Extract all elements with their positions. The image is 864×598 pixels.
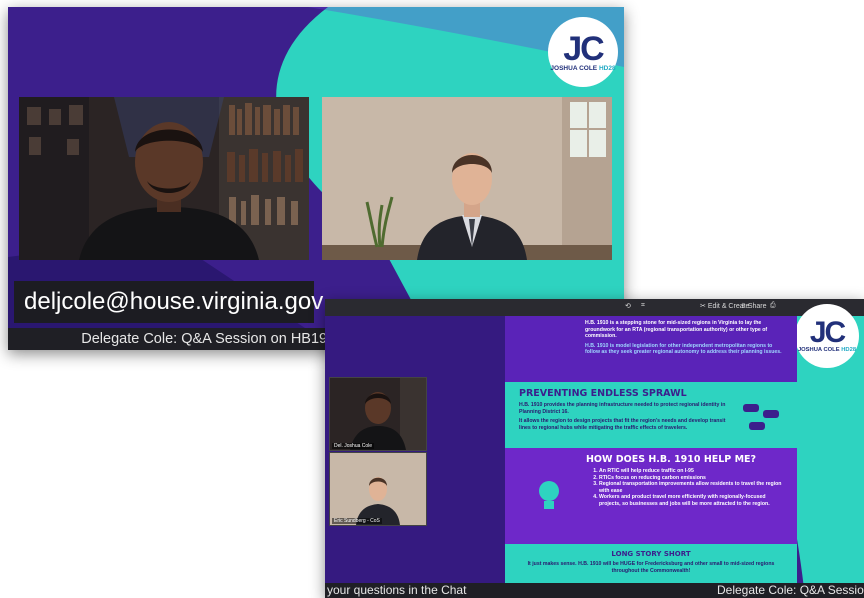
- crop-icon[interactable]: ⌗: [641, 302, 645, 310]
- video-frame: [19, 97, 309, 260]
- participant-name: Eric Sundberg - CoS: [332, 518, 382, 524]
- logo-initials: JC: [809, 316, 846, 350]
- participant-name: Del. Joshua Cole: [332, 443, 375, 449]
- doc-help-section: HOW DOES H.B. 1910 HELP ME? An RTIC will…: [505, 448, 797, 544]
- doc-summary-text: It just makes sense. H.B. 1910 will be H…: [527, 561, 775, 574]
- share-button[interactable]: ⇪ Share: [740, 302, 767, 310]
- ticker-left-text: your questions in the Chat: [327, 583, 467, 597]
- doc-sprawl-title: PREVENTING ENDLESS SPRAWL: [519, 388, 687, 399]
- doc-summary-section: LONG STORY SHORT It just makes sense. H.…: [505, 544, 797, 586]
- doc-intro-text-1: H.B. 1910 is a stepping stone for mid-si…: [585, 320, 768, 339]
- ticker-right-text: Delegate Cole: Q&A Sessio: [717, 583, 864, 597]
- stream-screenshot-secondary: ⟲ ⌗ ✂ Edit & Create ⇪ Share ⎙ JC JOSHUA …: [325, 299, 864, 598]
- participant-tile[interactable]: Eric Sundberg - CoS: [329, 452, 427, 526]
- participant-tile[interactable]: Del. Joshua Cole: [329, 377, 427, 451]
- video-feed-guest: [322, 97, 612, 260]
- doc-sprawl-text-1: H.B. 1910 provides the planning infrastr…: [519, 402, 726, 415]
- logo-initials: JC: [563, 29, 604, 68]
- logo-name: JOSHUA COLE HD28: [797, 347, 857, 354]
- list-item: An RTIC will help reduce traffic on I-95: [599, 468, 783, 475]
- shared-document: H.B. 1910 is a stepping stone for mid-si…: [505, 316, 797, 586]
- doc-intro-text-2: H.B. 1910 is model legislation for other…: [585, 342, 782, 356]
- list-item: RTICs focus on reducing carbon emissions: [599, 475, 783, 482]
- logo-name: JOSHUA COLE HD28: [550, 64, 616, 72]
- doc-summary-title: LONG STORY SHORT: [611, 550, 691, 558]
- doc-intro-section: H.B. 1910 is a stepping stone for mid-si…: [505, 316, 797, 382]
- video-frame: [330, 378, 426, 450]
- contact-email: deljcole@house.virginia.gov: [24, 288, 324, 315]
- print-icon[interactable]: ⎙: [770, 302, 776, 310]
- doc-help-title: HOW DOES H.B. 1910 HELP ME?: [585, 454, 757, 465]
- brand-logo: JC JOSHUA COLE HD28: [548, 17, 618, 87]
- video-frame: [330, 453, 426, 525]
- brand-logo: JC JOSHUA COLE HD28: [795, 304, 859, 368]
- video-feed-joshua-cole: [19, 97, 309, 260]
- doc-sprawl-text-2: It allows the region to design projects …: [519, 418, 726, 431]
- contact-email-banner: deljcole@house.virginia.gov: [14, 281, 323, 323]
- doc-sprawl-section: PREVENTING ENDLESS SPRAWL H.B. 1910 prov…: [505, 382, 797, 448]
- lightbulb-icon: [539, 481, 559, 509]
- video-frame: [322, 97, 612, 260]
- session-ticker: your questions in the Chat Delegate Cole…: [325, 583, 864, 598]
- cars-icon: [743, 404, 779, 430]
- viewer-toolbar: ⟲ ⌗ ✂ Edit & Create ⇪ Share ⎙: [325, 299, 864, 316]
- list-item: Workers and product travel more efficien…: [599, 494, 783, 507]
- rotate-icon[interactable]: ⟲: [625, 302, 631, 310]
- list-item: Regional transportation improvements all…: [599, 481, 783, 494]
